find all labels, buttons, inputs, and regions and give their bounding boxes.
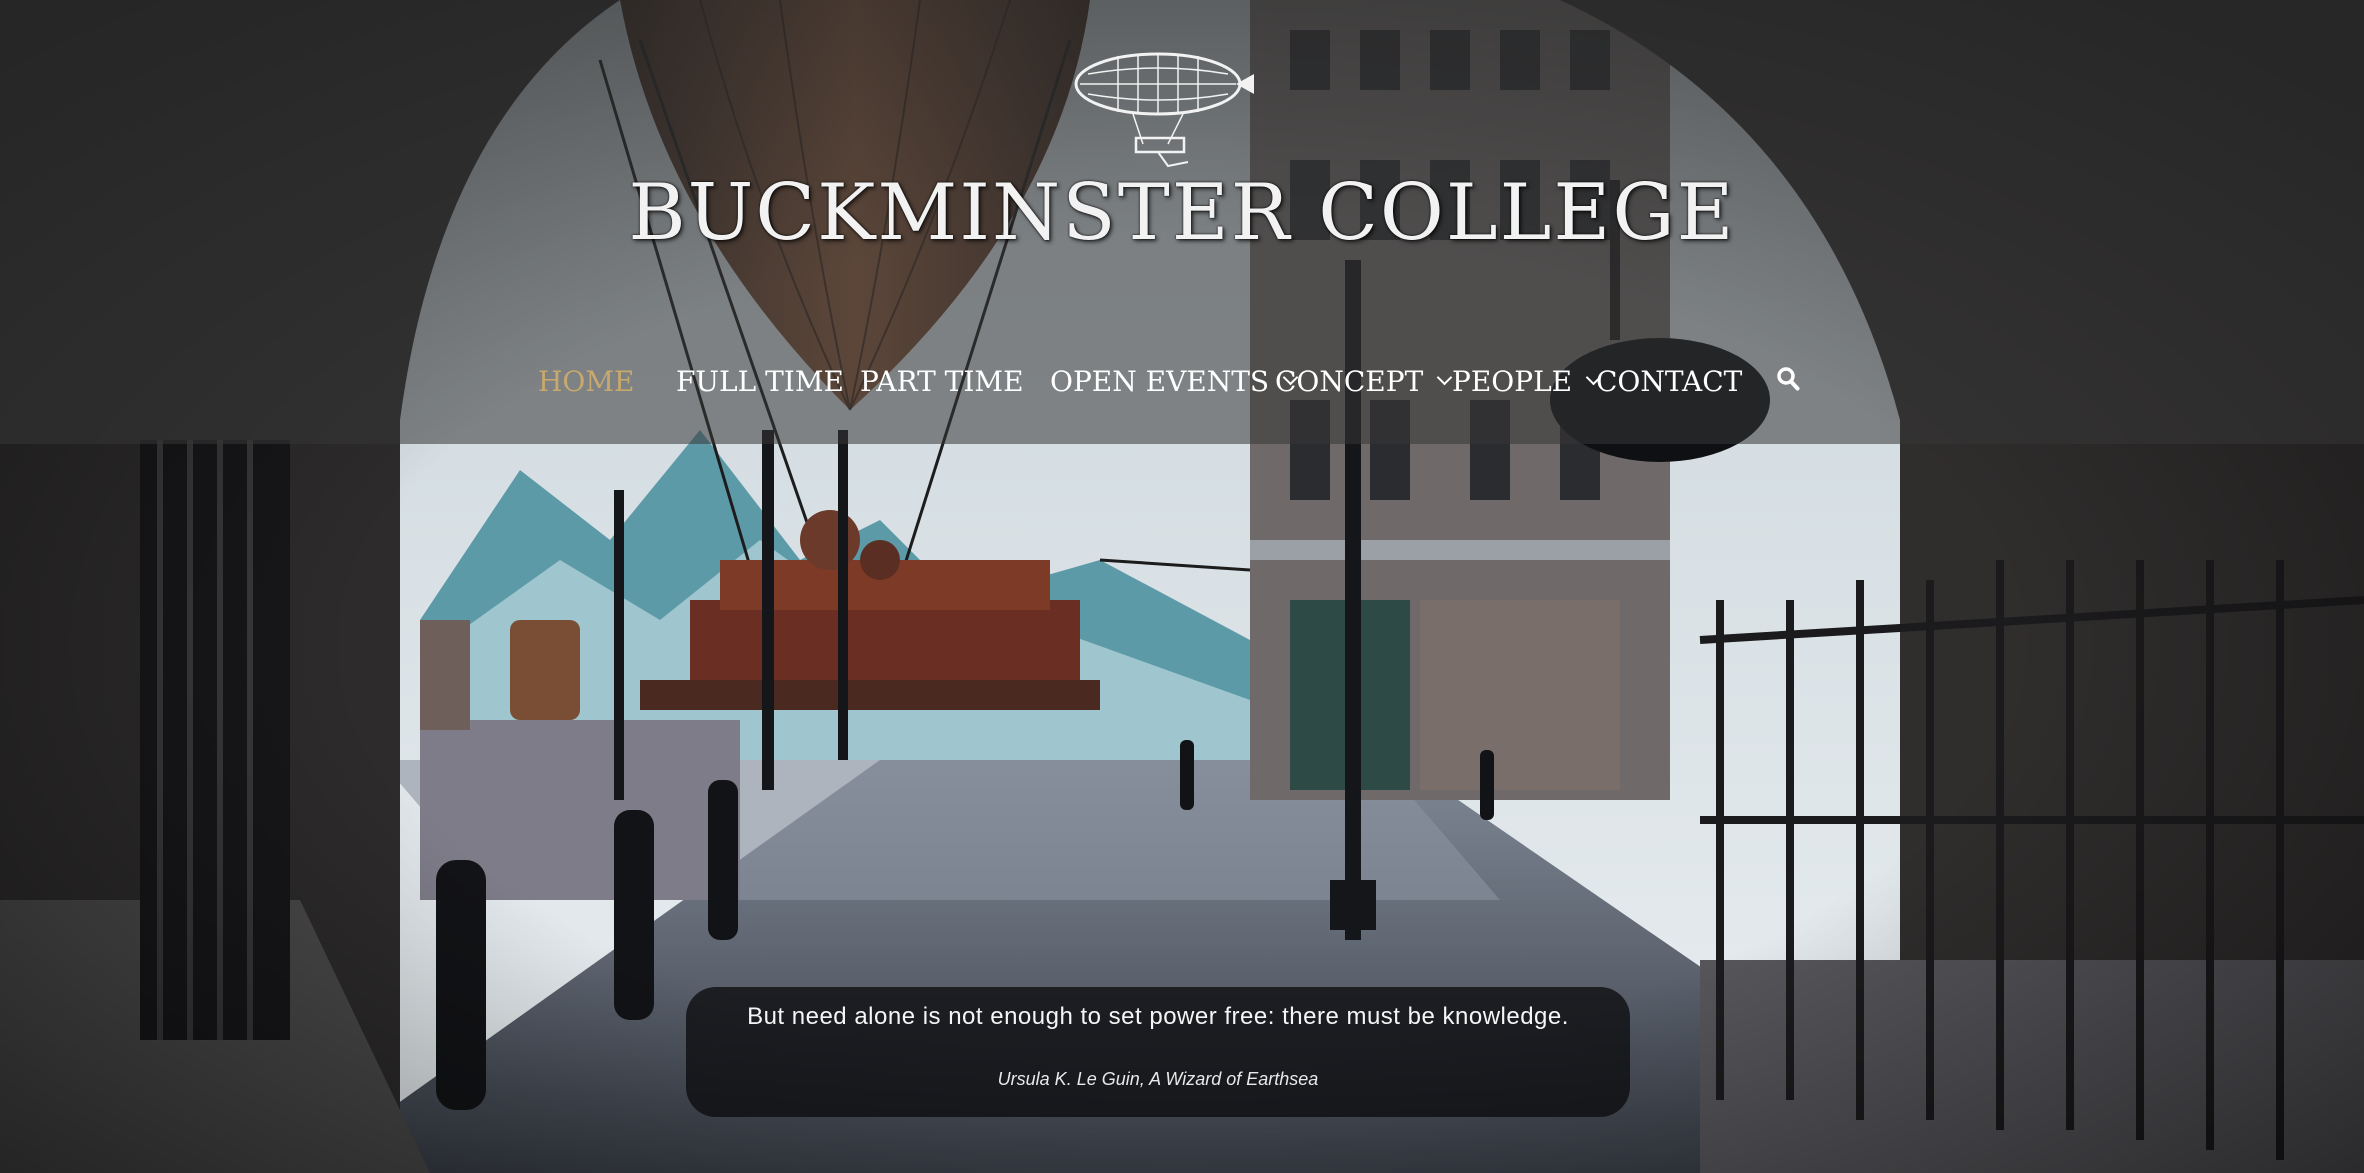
nav-item-home[interactable]: HOME: [538, 356, 634, 406]
quote-box: But need alone is not enough to set powe…: [686, 987, 1630, 1117]
nav-item-contact[interactable]: CONTACT: [1596, 356, 1742, 406]
site-title[interactable]: BUCKMINSTER COLLEGE: [0, 168, 2364, 258]
quote-text: But need alone is not enough to set powe…: [747, 1003, 1569, 1030]
nav-item-label: OPEN EVENTS: [1050, 364, 1270, 398]
airship-logo-icon[interactable]: [1058, 34, 1258, 174]
nav-item-label: PART TIME: [860, 364, 1024, 398]
nav-item-concept[interactable]: CONCEPT: [1275, 356, 1453, 406]
search-icon[interactable]: [1776, 366, 1800, 392]
nav-item-label: CONCEPT: [1275, 364, 1424, 398]
nav-item-people[interactable]: PEOPLE: [1452, 356, 1602, 406]
page: BUCKMINSTER COLLEGE HOME FULL TIME PART …: [0, 0, 2364, 1173]
nav-item-label: PEOPLE: [1452, 364, 1573, 398]
nav-item-label: HOME: [538, 364, 635, 398]
chevron-down-icon: [1436, 369, 1453, 385]
quote-citation: Ursula K. Le Guin, A Wizard of Earthsea: [997, 1069, 1319, 1089]
nav-item-part-time[interactable]: PART TIME: [860, 356, 1024, 406]
nav-item-label: FULL TIME: [676, 364, 844, 398]
nav-item-open-events[interactable]: OPEN EVENTS: [1050, 356, 1299, 406]
nav-item-label: CONTACT: [1596, 364, 1743, 398]
main-navigation: HOME FULL TIME PART TIME OPEN EVENTS CON…: [0, 356, 2364, 406]
nav-item-full-time[interactable]: FULL TIME: [676, 356, 844, 406]
